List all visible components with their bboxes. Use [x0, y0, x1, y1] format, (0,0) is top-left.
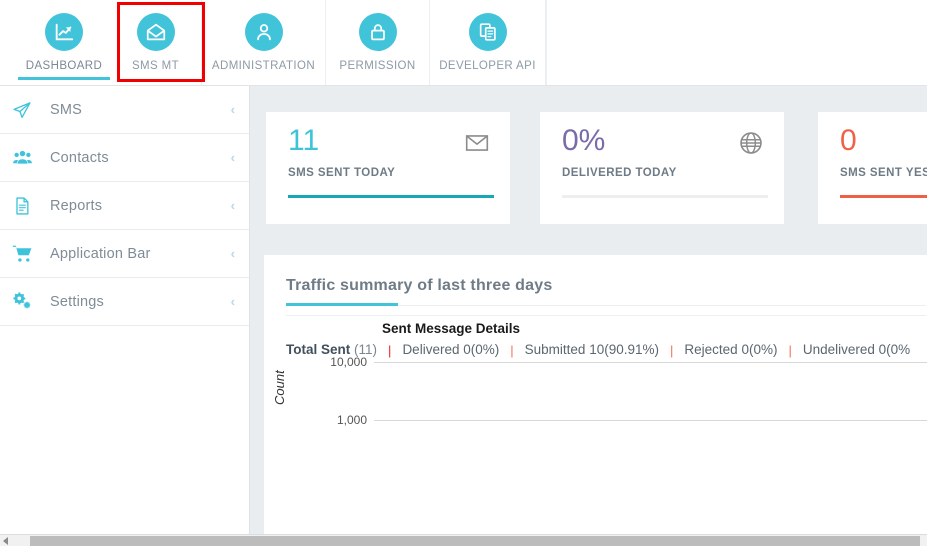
nav-label-permission: PERMISSION — [339, 60, 416, 72]
sidebar-item-settings[interactable]: Settings ‹ — [0, 278, 249, 326]
chevron-left-icon[interactable]: ‹ — [231, 198, 235, 213]
user-icon — [244, 13, 283, 51]
sidebar-item-application-bar[interactable]: Application Bar ‹ — [0, 230, 249, 278]
stat-label: SMS SENT TODAY — [288, 167, 396, 179]
gears-icon — [12, 291, 42, 312]
copy-documents-icon — [468, 13, 507, 51]
nav-label-administration: ADMINISTRATION — [211, 60, 316, 72]
chevron-left-icon[interactable]: ‹ — [231, 294, 235, 309]
active-tab-underline — [286, 303, 398, 306]
stat-progress-bar — [840, 195, 927, 198]
stat-card-delivered-today: 0% DELIVERED TODAY — [540, 112, 784, 224]
sidebar-label-sms: SMS — [50, 101, 83, 118]
sent-message-chart: Sent Message Details 10,000 1,000 Count — [264, 313, 927, 534]
stat-card-sms-sent-yesterday: 0 SMS SENT YESTERDAY — [818, 112, 927, 224]
chevron-left-icon[interactable]: ‹ — [231, 102, 235, 117]
nav-item-sms-mt[interactable]: SMS MT — [110, 0, 202, 85]
chart-line-icon — [45, 13, 83, 51]
nav-label-sms-mt: SMS MT — [131, 60, 180, 72]
chevron-left-icon[interactable]: ‹ — [231, 246, 235, 261]
sidebar-item-reports[interactable]: Reports ‹ — [0, 182, 249, 230]
envelope-open-icon — [136, 13, 175, 51]
app-root: DASHBOARD SMS MT ADMINISTRATION PERMISSI… — [0, 0, 927, 546]
stat-label: DELIVERED TODAY — [562, 167, 677, 179]
y-axis-tick-label: 10,000 — [330, 355, 367, 369]
nav-item-permission[interactable]: PERMISSION — [326, 0, 430, 85]
paper-plane-icon — [12, 100, 42, 120]
horizontal-scrollbar[interactable] — [0, 534, 927, 546]
stat-card-sms-sent-today: 11 SMS SENT TODAY — [266, 112, 510, 224]
stat-value: 0% — [562, 124, 606, 157]
scrollbar-thumb[interactable] — [30, 536, 920, 546]
nav-label-dashboard: DASHBOARD — [25, 60, 103, 72]
nav-label-developer-api: DEVELOPER API — [439, 60, 536, 72]
sidebar-label-settings: Settings — [50, 293, 104, 310]
top-navigation-empty-area — [546, 0, 927, 85]
sidebar: SMS ‹ Contacts ‹ Reports ‹ Application B… — [0, 86, 250, 546]
nav-item-dashboard[interactable]: DASHBOARD — [18, 0, 110, 85]
sidebar-item-sms[interactable]: SMS ‹ — [0, 86, 249, 134]
stat-progress-bar — [288, 195, 494, 198]
traffic-summary-title: Traffic summary of last three days — [286, 277, 553, 294]
lock-icon — [358, 13, 397, 51]
sidebar-label-application-bar: Application Bar — [50, 245, 151, 262]
nav-item-administration[interactable]: ADMINISTRATION — [202, 0, 326, 85]
content-gutter — [250, 86, 254, 534]
y-axis-label: Count — [272, 370, 287, 405]
main-content: 11 SMS SENT TODAY 0% DELIVERED TODAY 0 S… — [250, 86, 927, 534]
sidebar-label-reports: Reports — [50, 197, 103, 214]
shopping-cart-icon — [12, 243, 42, 264]
y-axis-tick-label: 1,000 — [336, 413, 367, 427]
gridline — [374, 420, 927, 421]
chart-title: Sent Message Details — [382, 321, 521, 336]
gridline — [374, 362, 927, 363]
document-icon — [12, 196, 42, 216]
stat-value: 11 — [288, 124, 320, 157]
stat-label: SMS SENT YESTERDAY — [840, 167, 927, 179]
users-group-icon — [12, 147, 42, 168]
stat-cards-row: 11 SMS SENT TODAY 0% DELIVERED TODAY 0 S… — [250, 86, 927, 241]
nav-item-developer-api[interactable]: DEVELOPER API — [430, 0, 546, 85]
stat-value: 0 — [840, 124, 857, 157]
left-arrow-icon[interactable] — [3, 537, 8, 545]
globe-icon — [738, 130, 764, 161]
chevron-left-icon[interactable]: ‹ — [231, 150, 235, 165]
traffic-summary-card: Traffic summary of last three days Total… — [264, 255, 927, 534]
sidebar-empty-area — [0, 326, 249, 546]
sidebar-label-contacts: Contacts — [50, 149, 109, 166]
active-tab-underline — [18, 77, 110, 80]
top-navigation-bar: DASHBOARD SMS MT ADMINISTRATION PERMISSI… — [0, 0, 927, 86]
stat-progress-bar — [562, 195, 768, 198]
sidebar-item-contacts[interactable]: Contacts ‹ — [0, 134, 249, 182]
envelope-icon — [464, 130, 490, 161]
